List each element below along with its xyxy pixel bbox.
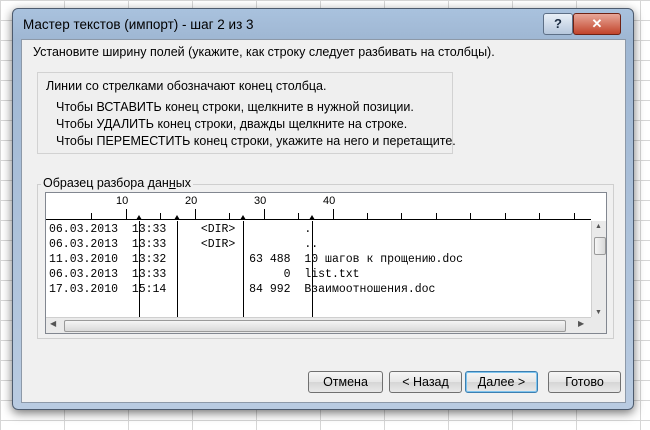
finish-button[interactable]: Готово (548, 371, 621, 393)
scrollbar-corner (591, 317, 606, 333)
ruler-baseline (46, 219, 591, 220)
preview-row: 06.03.2013 13:33 <DIR> . (49, 223, 312, 236)
ruler-major-tick (195, 209, 196, 219)
ruler-major-tick (333, 209, 334, 219)
text-import-wizard-dialog: Мастер текстов (импорт) - шаг 2 из 3 ? ✕… (12, 8, 634, 410)
close-icon[interactable]: ✕ (573, 13, 621, 35)
vertical-scroll-thumb[interactable] (594, 237, 606, 255)
preview-row: 11.03.2010 13:32 63 488 10 шагов к проще… (49, 253, 464, 266)
scroll-up-arrow-icon[interactable]: ▲ (595, 223, 602, 230)
data-preview-pane[interactable]: 10 20 30 40 06.03.2013 13:33 <DIR> . 06.… (45, 192, 607, 334)
vertical-scrollbar[interactable]: ▲ ▼ (591, 221, 606, 317)
instruction-text: Установите ширину полей (укажите, как ст… (33, 45, 495, 59)
preview-row: 06.03.2013 13:33 <DIR> .. (49, 238, 319, 251)
info-heading: Линии со стрелками обозначают конец стол… (46, 79, 327, 93)
column-break-line[interactable] (177, 221, 178, 317)
info-line-insert: Чтобы ВСТАВИТЬ конец строки, щелкните в … (56, 100, 414, 114)
scroll-down-arrow-icon[interactable]: ▼ (595, 309, 602, 316)
ruler-major-tick (126, 209, 127, 219)
info-line-delete: Чтобы УДАЛИТЬ конец строки, дважды щелкн… (56, 117, 408, 131)
horizontal-scrollbar[interactable]: ◀ ▶ (46, 317, 591, 333)
ruler-major-tick (264, 209, 265, 219)
scroll-right-arrow-icon[interactable]: ▶ (578, 319, 584, 328)
ruler-label-20: 20 (185, 195, 198, 207)
info-box: Линии со стрелками обозначают конец стол… (37, 72, 456, 154)
ruler-label-10: 10 (116, 195, 129, 207)
column-break-arrow-icon[interactable] (136, 215, 142, 220)
column-ruler[interactable]: 10 20 30 40 (46, 193, 591, 221)
column-break-line[interactable] (243, 221, 244, 317)
info-line-move: Чтобы ПЕРЕМЕСТИТЬ конец строки, укажите … (56, 134, 456, 148)
cancel-button[interactable]: Отмена (308, 371, 383, 393)
preview-groupbox-label: Образец разбора данных (41, 176, 193, 190)
ruler-label-40: 40 (323, 195, 336, 207)
column-break-arrow-icon[interactable] (309, 215, 315, 220)
column-break-arrow-icon[interactable] (174, 215, 180, 220)
column-break-arrow-icon[interactable] (240, 215, 246, 220)
next-button[interactable]: Далее > (465, 371, 538, 393)
column-break-line[interactable] (312, 221, 313, 317)
ruler-label-30: 30 (254, 195, 267, 207)
column-break-line[interactable] (139, 221, 140, 317)
horizontal-scroll-thumb[interactable] (64, 320, 566, 332)
scroll-left-arrow-icon[interactable]: ◀ (50, 319, 56, 328)
help-icon[interactable]: ? (543, 13, 573, 35)
preview-rows[interactable]: 06.03.2013 13:33 <DIR> . 06.03.2013 13:3… (46, 221, 591, 317)
title-bar[interactable]: Мастер текстов (импорт) - шаг 2 из 3 ? ✕ (13, 9, 633, 39)
dialog-title: Мастер текстов (импорт) - шаг 2 из 3 (23, 17, 254, 32)
back-button[interactable]: < Назад (389, 371, 462, 393)
